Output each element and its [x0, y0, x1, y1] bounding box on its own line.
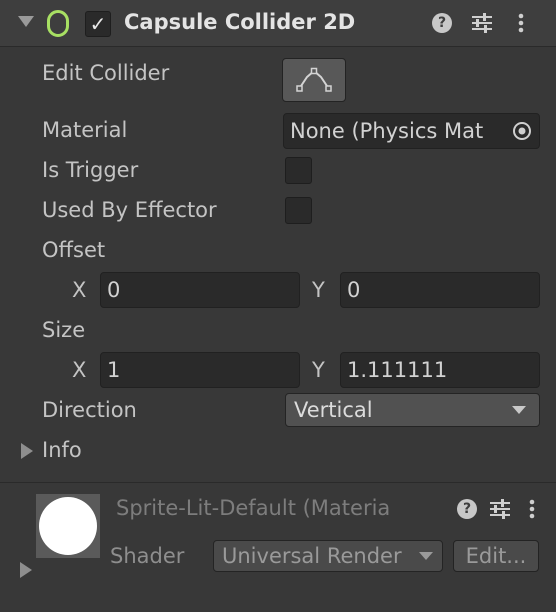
shader-label: Shader — [110, 544, 185, 568]
edit-collider-label: Edit Collider — [42, 61, 170, 85]
info-foldout-icon[interactable] — [21, 443, 33, 459]
info-foldout-label[interactable]: Info — [42, 438, 82, 462]
edit-collider-icon — [296, 67, 332, 92]
edit-collider-button[interactable] — [282, 58, 346, 102]
offset-y-field[interactable]: 0 — [340, 272, 540, 308]
direction-label: Direction — [42, 398, 137, 422]
is-trigger-label: Is Trigger — [42, 158, 139, 182]
is-trigger-checkbox[interactable] — [285, 157, 312, 184]
size-label: Size — [42, 318, 86, 342]
material-object-field[interactable]: None (Physics Mat — [283, 113, 540, 149]
offset-y-label[interactable]: Y — [312, 278, 325, 302]
direction-dropdown[interactable]: Vertical — [285, 393, 540, 427]
component-enabled-checkbox[interactable]: ✓ — [85, 11, 111, 37]
used-by-effector-checkbox[interactable] — [285, 197, 312, 224]
material-preset-settings-icon[interactable] — [488, 498, 512, 520]
shader-dropdown[interactable]: Universal Render — [213, 540, 443, 572]
offset-x-field[interactable]: 0 — [100, 272, 300, 308]
chevron-down-icon — [512, 406, 526, 414]
component-title: Capsule Collider 2D — [124, 10, 356, 34]
checkmark-icon: ✓ — [89, 12, 107, 36]
offset-label: Offset — [42, 238, 106, 262]
material-label: Material — [42, 118, 128, 142]
size-x-field[interactable]: 1 — [100, 352, 300, 388]
material-foldout-icon[interactable] — [20, 562, 32, 578]
offset-x-label[interactable]: X — [72, 278, 86, 302]
size-x-label[interactable]: X — [72, 358, 86, 382]
help-icon[interactable]: ? — [432, 13, 452, 33]
shader-value: Universal Render — [222, 544, 402, 568]
object-picker-icon[interactable] — [505, 114, 539, 148]
shader-chevron-down-icon — [419, 552, 433, 560]
preset-settings-icon[interactable] — [470, 12, 494, 34]
shader-edit-button[interactable]: Edit... — [453, 540, 539, 572]
foldout-expanded-icon[interactable] — [18, 16, 34, 27]
more-options-icon[interactable] — [514, 12, 528, 34]
material-more-options-icon[interactable] — [525, 498, 539, 520]
size-y-field[interactable]: 1.111111 — [340, 352, 540, 388]
used-by-effector-label: Used By Effector — [42, 198, 217, 222]
material-preview-thumbnail[interactable] — [36, 494, 100, 558]
size-y-label[interactable]: Y — [312, 358, 325, 382]
material-name: Sprite-Lit-Default (Materia — [116, 496, 391, 520]
section-separator — [0, 482, 556, 483]
direction-value: Vertical — [294, 398, 373, 422]
material-help-icon[interactable]: ? — [457, 499, 477, 519]
capsule-collider-icon — [47, 10, 69, 37]
